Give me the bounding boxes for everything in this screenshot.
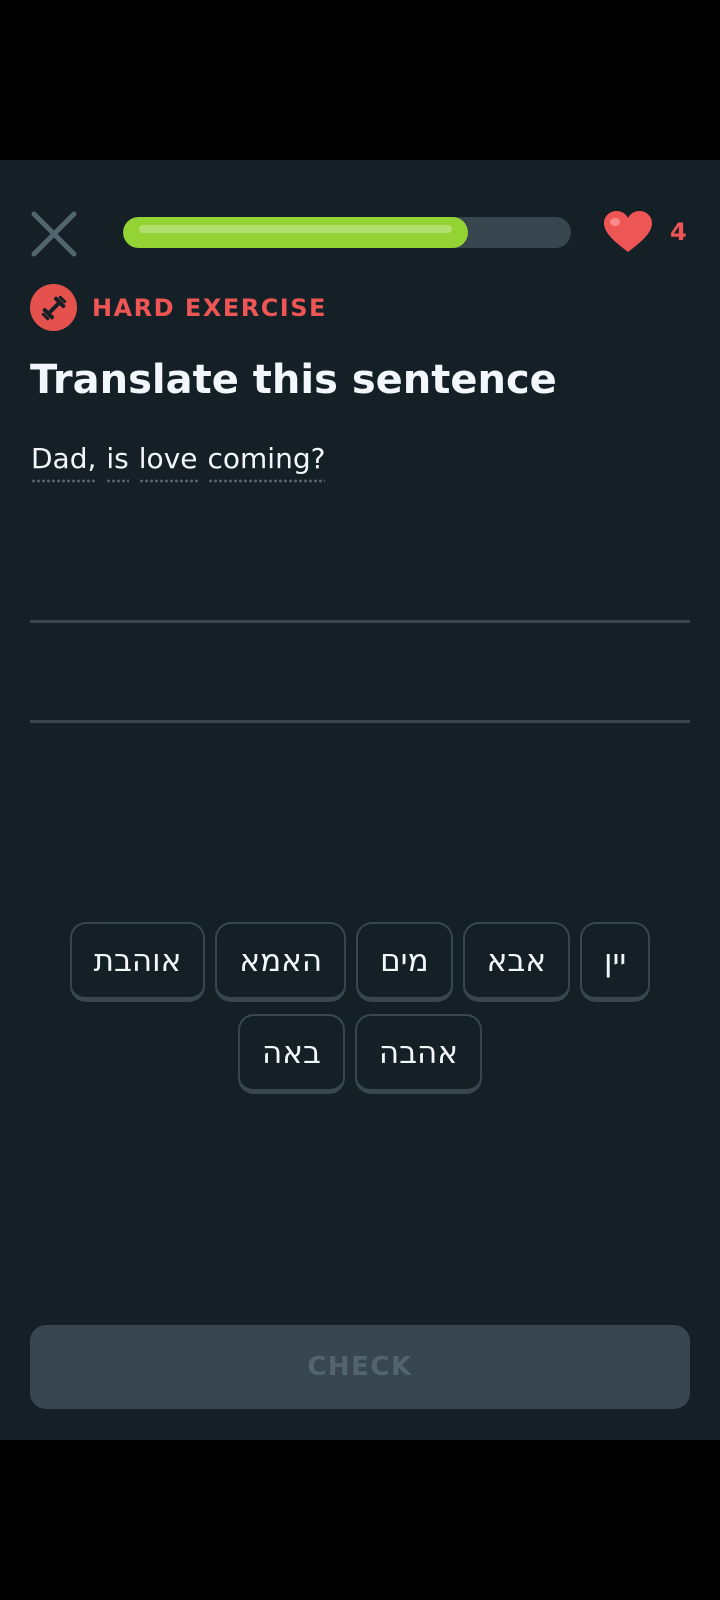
prompt-word[interactable]: coming? bbox=[207, 442, 326, 483]
close-icon bbox=[31, 211, 77, 257]
hearts-count: 4 bbox=[670, 218, 687, 246]
hearts-counter[interactable]: 4 bbox=[602, 209, 687, 255]
answer-line-1[interactable] bbox=[30, 620, 690, 623]
word-chip[interactable]: אהבה bbox=[354, 1014, 483, 1094]
word-chip[interactable]: אבא bbox=[462, 922, 571, 1002]
word-chip[interactable]: האמא bbox=[215, 922, 347, 1002]
word-bank: אוהבת האמא מים אבא יין באה אהבה bbox=[0, 922, 720, 1106]
word-chip[interactable]: אוהבת bbox=[69, 922, 206, 1002]
prompt-sentence: Dad, is love coming? bbox=[31, 442, 335, 483]
progress-shine bbox=[139, 225, 452, 233]
lesson-progress-bar bbox=[123, 217, 571, 248]
check-button[interactable]: CHECK bbox=[30, 1325, 690, 1409]
prompt-word[interactable]: is bbox=[106, 442, 129, 483]
badge-label: HARD EXERCISE bbox=[92, 293, 327, 322]
word-bank-row-1: אוהבת האמא מים אבא יין bbox=[0, 922, 720, 1002]
prompt-word[interactable]: Dad, bbox=[31, 442, 97, 483]
lesson-screen: 4 HARD EXERCISE Translate this sentence … bbox=[0, 160, 720, 1440]
dumbbell-icon bbox=[30, 284, 77, 331]
word-bank-row-2: באה אהבה bbox=[0, 1014, 720, 1094]
close-button[interactable] bbox=[30, 210, 78, 258]
word-chip[interactable]: יין bbox=[580, 922, 651, 1002]
hard-exercise-badge: HARD EXERCISE bbox=[30, 284, 327, 331]
heart-icon bbox=[604, 211, 652, 252]
prompt-word[interactable]: love bbox=[138, 442, 198, 483]
page-title: Translate this sentence bbox=[30, 357, 557, 403]
word-chip[interactable]: מים bbox=[356, 922, 453, 1002]
answer-line-2[interactable] bbox=[30, 720, 690, 723]
word-chip[interactable]: באה bbox=[237, 1014, 345, 1094]
